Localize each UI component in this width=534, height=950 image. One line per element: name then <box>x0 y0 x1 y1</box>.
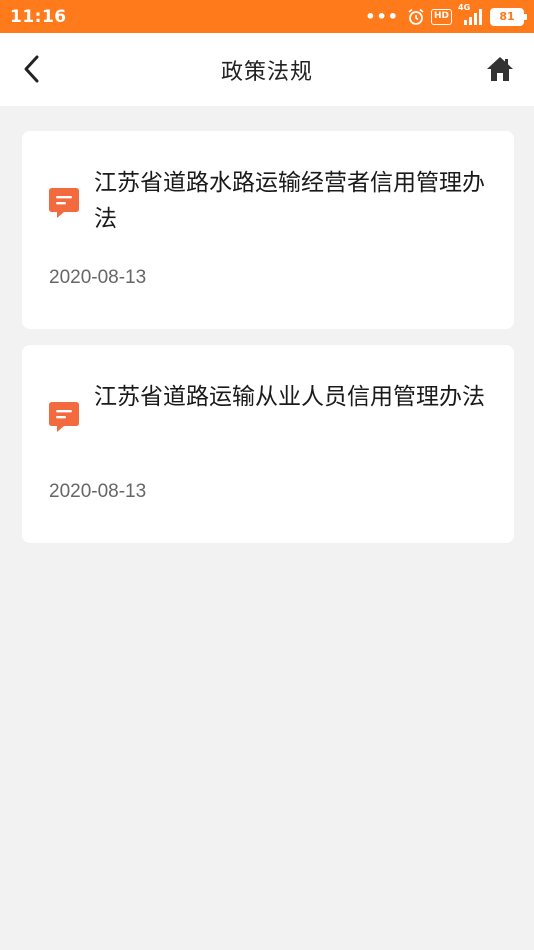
policy-card[interactable]: 江苏省道路水路运输经营者信用管理办法 2020-08-13 <box>22 131 514 329</box>
policy-list: 江苏省道路水路运输经营者信用管理办法 2020-08-13 江苏省道路运输从业人… <box>22 131 514 559</box>
policy-date: 2020-08-13 <box>49 267 147 288</box>
nav-bar: 政策法规 <box>0 33 534 106</box>
battery-indicator: 81 <box>490 7 527 26</box>
policy-date: 2020-08-13 <box>49 481 147 502</box>
status-time: 11:16 <box>10 6 67 27</box>
message-icon <box>49 402 79 432</box>
hd-badge: HD <box>430 8 452 25</box>
back-button[interactable] <box>14 51 50 87</box>
policy-title: 江苏省道路水路运输经营者信用管理办法 <box>94 170 485 232</box>
more-dots-icon: ••• <box>365 7 399 26</box>
alarm-icon <box>407 8 425 26</box>
page-title: 政策法规 <box>220 59 313 85</box>
policy-title: 江苏省道路运输从业人员信用管理办法 <box>94 384 485 410</box>
status-icons: ••• HD 4G 81 <box>365 3 527 26</box>
policy-card[interactable]: 江苏省道路运输从业人员信用管理办法 2020-08-13 <box>22 345 514 543</box>
message-icon <box>49 188 79 218</box>
status-bar: 11:16 ••• HD 4G 81 <box>0 0 534 33</box>
home-button[interactable] <box>482 51 518 87</box>
chevron-left-icon <box>24 55 39 83</box>
signal-icon: 4G <box>458 3 484 26</box>
home-icon <box>487 57 513 81</box>
network-label: 4G <box>458 2 471 12</box>
